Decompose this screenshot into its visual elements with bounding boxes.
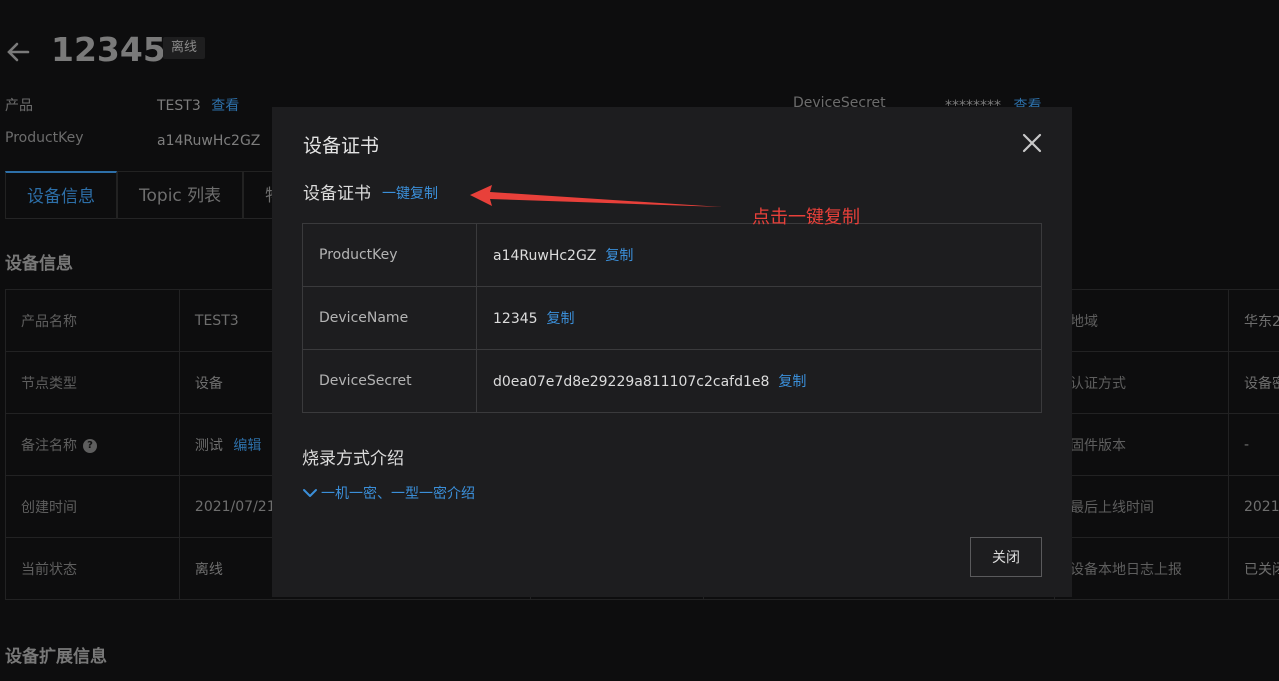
annotation-text: 点击一键复制 — [752, 207, 860, 228]
cell-label: 固件版本 — [1054, 413, 1229, 476]
remark-label: 备注名称 — [21, 437, 77, 454]
productkey-value: a14RuwHc2GZ 复 — [157, 130, 287, 150]
page-title: 12345 — [51, 30, 166, 69]
remark-value: 测试 — [194, 437, 223, 454]
copy-all-link[interactable]: 一键复制 — [382, 183, 438, 203]
cert-value: a14RuwHc2GZ — [493, 248, 597, 264]
cert-value-cell: 12345 复制 — [476, 286, 1042, 350]
copy-devicesecret-button[interactable]: 复制 — [778, 374, 806, 390]
cell-label: 设备本地日志上报 — [1054, 537, 1229, 600]
tab-topic-list[interactable]: Topic 列表 — [117, 171, 244, 219]
cell-value: 2021/ — [1227, 475, 1279, 538]
cert-value-cell: a14RuwHc2GZ 复制 — [476, 223, 1042, 287]
cell-value: - — [1227, 413, 1279, 476]
table-row: DeviceSecret d0ea07e7d8e29229a811107c2ca… — [302, 349, 1042, 413]
table-row: ProductKey a14RuwHc2GZ 复制 — [302, 223, 1042, 287]
cell-label: 当前状态 — [5, 537, 180, 600]
question-icon[interactable]: ? — [83, 438, 97, 453]
section-extended-info: 设备扩展信息 — [5, 647, 107, 667]
productkey-label: ProductKey — [5, 130, 84, 146]
cert-key: DeviceSecret — [302, 349, 477, 413]
close-button[interactable]: 关闭 — [970, 537, 1042, 577]
product-label: 产品 — [5, 98, 33, 114]
status-badge: 离线 — [163, 37, 206, 59]
view-product-link[interactable]: 查看 — [211, 98, 239, 114]
certificate-subtitle: 设备证书 — [303, 184, 371, 204]
productkey-text: a14RuwHc2GZ — [157, 133, 261, 149]
cert-key: DeviceName — [302, 286, 477, 350]
burn-method-title: 烧录方式介绍 — [302, 449, 404, 469]
cell-label: 节点类型 — [5, 351, 180, 414]
close-x-icon[interactable] — [1019, 130, 1045, 156]
cell-value: 设备密 — [1227, 351, 1279, 414]
tab-bar: 设备信息 Topic 列表 物 — [5, 171, 305, 219]
cert-value: d0ea07e7d8e29229a811107c2cafd1e8 — [493, 374, 770, 390]
cell-label: 地域 — [1054, 289, 1229, 352]
arrow-left-icon[interactable] — [4, 38, 32, 66]
cell-label: 认证方式 — [1054, 351, 1229, 414]
cell-label: 备注名称? — [5, 413, 180, 476]
cell-label: 产品名称 — [5, 289, 180, 352]
cert-key: ProductKey — [302, 223, 477, 287]
certificate-table: ProductKey a14RuwHc2GZ 复制 DeviceName 1234… — [302, 223, 1042, 413]
cell-value: 已关闭 — [1227, 537, 1279, 600]
burn-method-toggle[interactable]: 一机一密、一型一密介绍 — [302, 483, 475, 503]
table-row: DeviceName 12345 复制 — [302, 286, 1042, 350]
cert-value-cell: d0ea07e7d8e29229a811107c2cafd1e8 复制 — [476, 349, 1042, 413]
chevron-down-icon — [303, 489, 317, 497]
cert-value: 12345 — [493, 311, 538, 327]
cell-label: 创建时间 — [5, 475, 180, 538]
copy-devicename-button[interactable]: 复制 — [547, 311, 575, 327]
dialog-title: 设备证书 — [303, 135, 380, 157]
section-device-info: 设备信息 — [5, 254, 73, 274]
product-name: TEST3 — [157, 98, 201, 114]
tab-device-info[interactable]: 设备信息 — [5, 171, 117, 219]
product-value: TEST3 查看 — [157, 95, 239, 115]
burn-method-link: 一机一密、一型一密介绍 — [321, 486, 475, 502]
copy-productkey-button[interactable]: 复制 — [605, 248, 633, 264]
edit-remark-link[interactable]: 编辑 — [233, 438, 261, 454]
cell-label: 最后上线时间 — [1054, 475, 1229, 538]
certificate-dialog: 设备证书 设备证书 一键复制 ProductKey a14RuwHc2GZ 复制 … — [272, 107, 1072, 597]
annotation-arrow — [470, 185, 722, 207]
cell-value: 华东2 — [1227, 289, 1279, 352]
